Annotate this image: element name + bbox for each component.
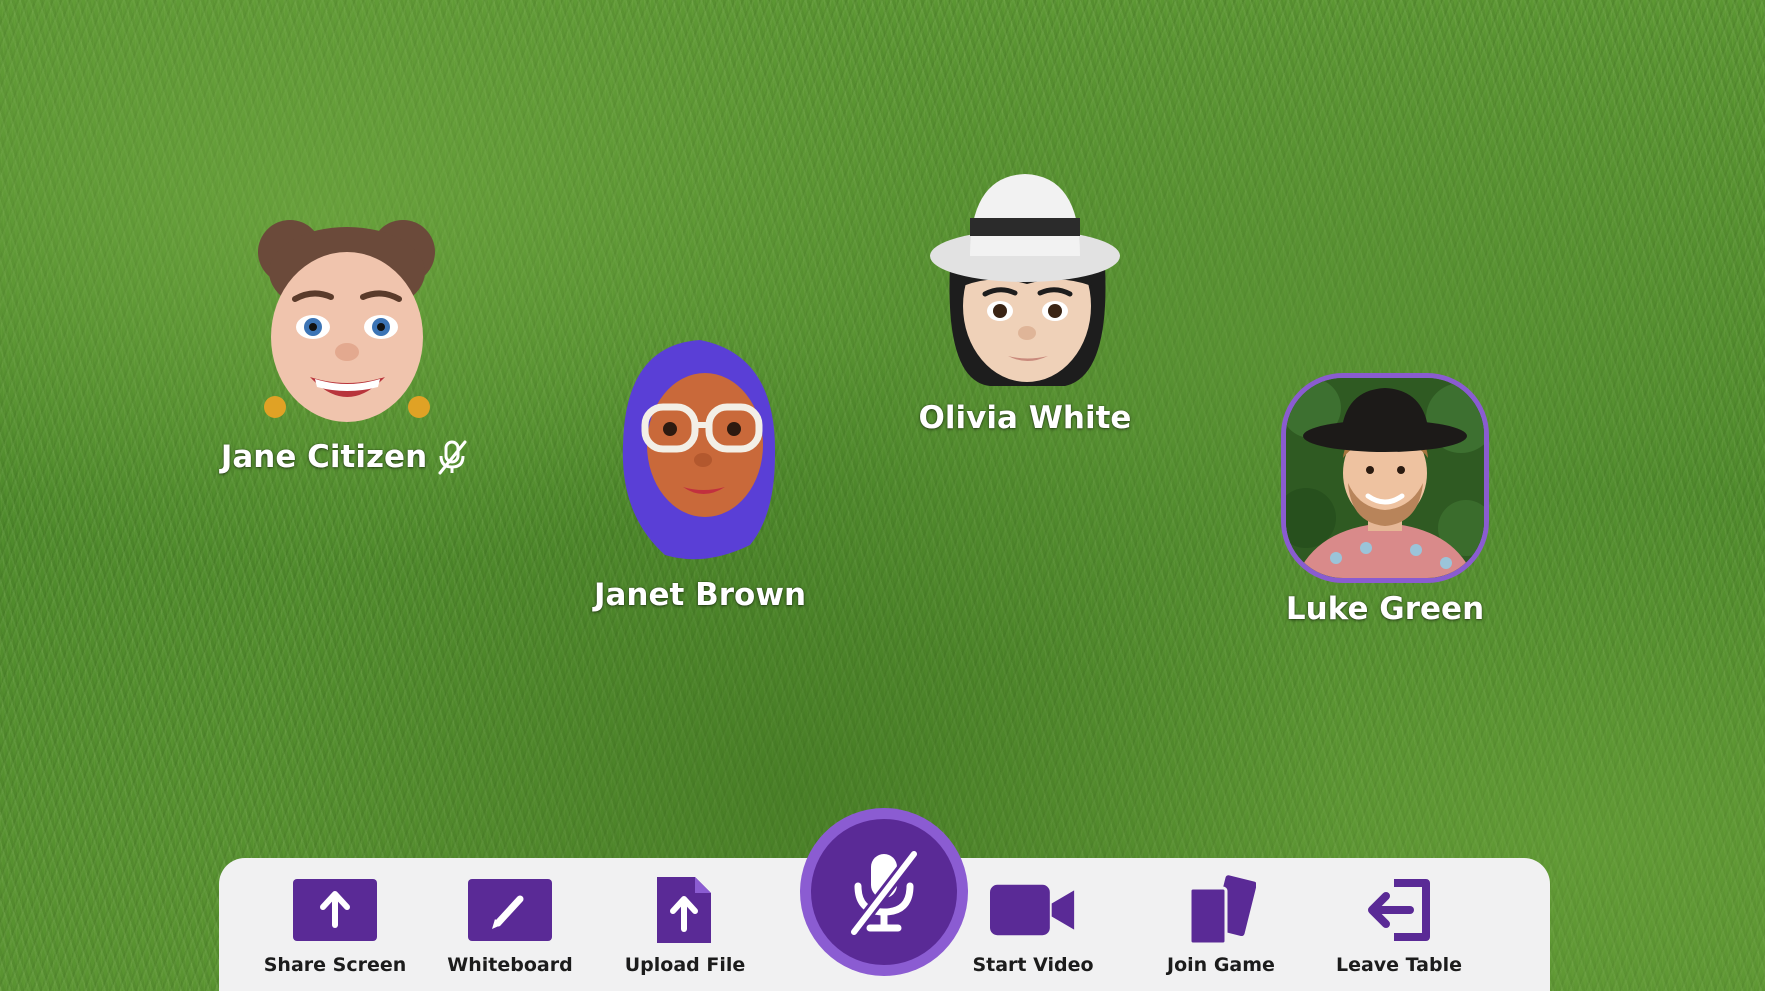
participant-name: Janet Brown: [593, 577, 807, 613]
whiteboard-button[interactable]: Whiteboard: [430, 878, 590, 976]
upload-file-button[interactable]: Upload File: [605, 877, 765, 976]
participant-name-row: Jane Citizen: [221, 439, 469, 475]
microphone-button-face: [811, 819, 957, 965]
memoji-face-icon: [930, 174, 1120, 386]
upload-arrow-icon: [292, 878, 378, 942]
participant-photo[interactable]: [1281, 373, 1489, 583]
memoji-face-icon: [258, 220, 435, 422]
participant-name: Olivia White: [918, 400, 1132, 436]
microphone-toggle-button[interactable]: [800, 808, 968, 976]
profile-photo-icon: [1286, 378, 1484, 578]
participant-avatar[interactable]: [255, 217, 435, 431]
pencil-icon: [467, 878, 553, 942]
join-game-label: Join Game: [1167, 954, 1275, 976]
start-video-button[interactable]: Start Video: [953, 878, 1113, 976]
participant-name: Jane Citizen: [220, 439, 428, 475]
exit-door-icon: [1356, 878, 1442, 942]
file-upload-icon: [642, 877, 728, 943]
leave-table-label: Leave Table: [1335, 954, 1463, 976]
participant-name-row: Janet Brown: [594, 577, 806, 613]
mic-muted-icon: [435, 439, 469, 475]
participant-avatar[interactable]: [930, 166, 1120, 392]
whiteboard-label: Whiteboard: [447, 954, 573, 976]
participant-olivia-white[interactable]: Olivia White: [905, 166, 1145, 436]
leave-table-button[interactable]: Leave Table: [1319, 878, 1479, 976]
upload-file-label: Upload File: [624, 954, 746, 976]
start-video-label: Start Video: [972, 954, 1094, 976]
participant-name: Luke Green: [1285, 591, 1485, 627]
share-screen-button[interactable]: Share Screen: [255, 878, 415, 976]
share-screen-label: Share Screen: [263, 954, 407, 976]
playing-cards-icon: [1178, 875, 1264, 946]
participant-jane-citizen[interactable]: Jane Citizen: [221, 217, 467, 475]
participant-janet-brown[interactable]: Janet Brown: [575, 335, 825, 613]
participant-avatar[interactable]: [615, 335, 785, 569]
participant-luke-green[interactable]: Luke Green: [1265, 373, 1505, 627]
microphone-muted-icon: [848, 848, 920, 936]
participant-name-row: Olivia White: [919, 400, 1132, 436]
join-game-button[interactable]: Join Game: [1141, 875, 1301, 976]
memoji-face-icon: [622, 340, 776, 560]
participant-name-row: Luke Green: [1286, 591, 1484, 627]
video-camera-icon: [990, 878, 1076, 942]
